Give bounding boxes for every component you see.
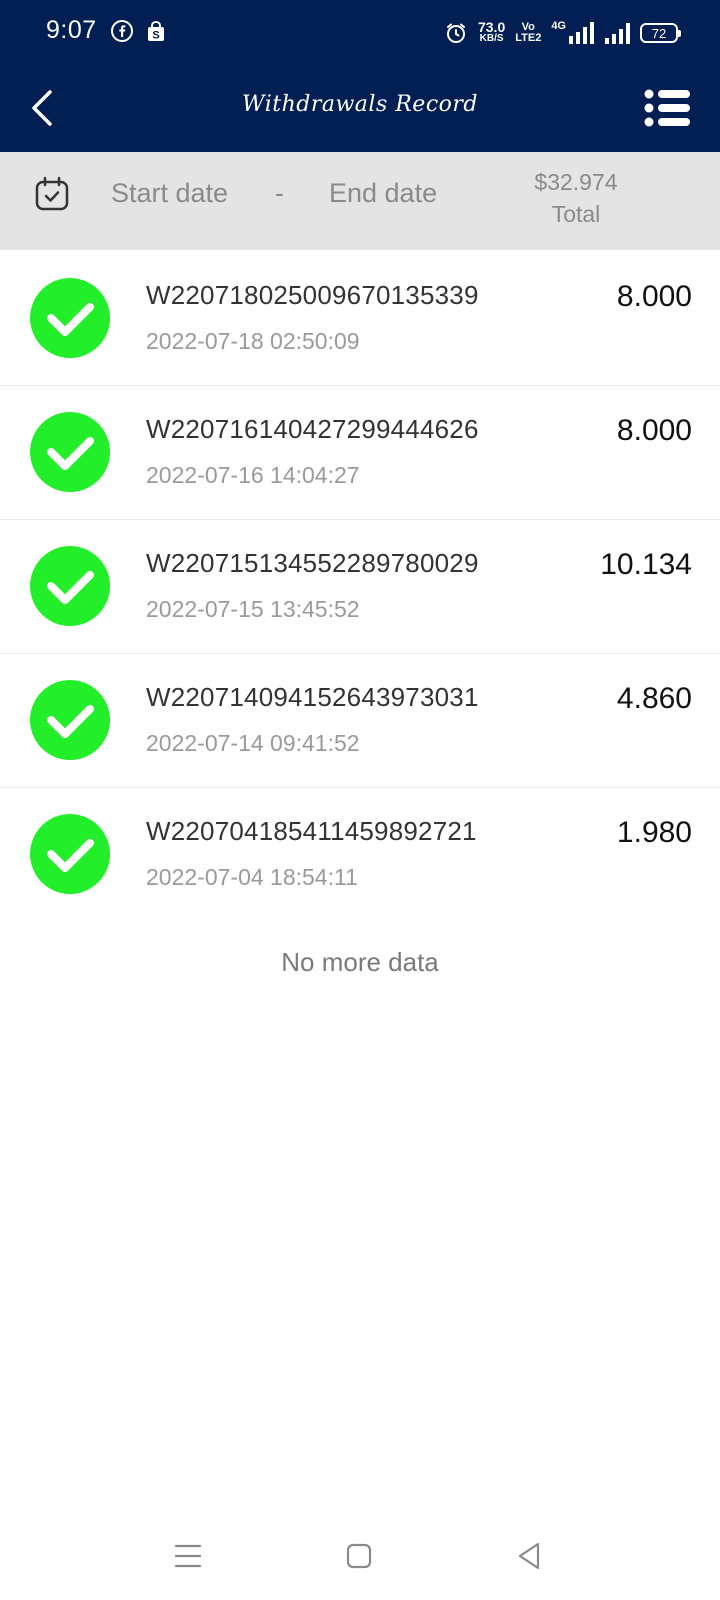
network-speed-value: 73.0 — [477, 19, 506, 35]
volte-bottom: LTE2 — [515, 32, 542, 44]
battery-icon: 72 — [640, 23, 681, 43]
record-time: 2022-07-18 02:50:09 — [146, 328, 360, 354]
total-amount: $32.974 — [534, 169, 618, 195]
record-id: W220718025009670135339 — [146, 280, 479, 310]
network-speed: 73.0 KB/S — [477, 19, 506, 44]
record-id: W220716140427299444626 — [146, 414, 479, 444]
shopping-bag-icon: S — [148, 20, 164, 42]
date-filter-bar: Start date - End date $32.974 Total — [0, 152, 720, 250]
record-row[interactable]: W220714094152643973031 2022-07-14 09:41:… — [0, 654, 720, 788]
check-circle-icon — [30, 680, 110, 760]
volte-indicator: Vo LTE2 — [515, 22, 541, 44]
start-date-field[interactable]: Start date — [111, 178, 228, 209]
status-indicators: 73.0 KB/S Vo LTE2 4G 72 — [444, 16, 681, 50]
record-id: W220704185411459892721 — [146, 816, 477, 846]
battery-level: 72 — [651, 25, 667, 41]
home-icon[interactable] — [341, 1538, 377, 1574]
total-label: Total — [551, 201, 601, 227]
network-type: 4G — [551, 20, 566, 32]
svg-text:S: S — [152, 30, 159, 42]
system-nav-bar — [0, 1520, 720, 1600]
check-circle-icon — [30, 814, 110, 894]
list-end-message: No more data — [281, 947, 439, 977]
facebook-icon — [111, 20, 133, 42]
recent-apps-icon[interactable] — [170, 1538, 206, 1574]
end-date-field[interactable]: End date — [329, 178, 437, 209]
app-header: Withdrawals Record — [0, 66, 720, 152]
calendar-check-icon[interactable] — [34, 176, 70, 212]
check-circle-icon — [30, 412, 110, 492]
record-id: W220714094152643973031 — [146, 682, 479, 712]
date-separator: - — [275, 178, 284, 208]
page-title: Withdrawals Record — [241, 92, 478, 117]
record-time: 2022-07-15 13:45:52 — [146, 596, 360, 622]
record-time: 2022-07-04 18:54:11 — [146, 864, 358, 890]
record-time: 2022-07-16 14:04:27 — [146, 462, 360, 488]
signal-bars-icon — [569, 22, 594, 44]
record-id: W220715134552289780029 — [146, 548, 479, 578]
record-row[interactable]: W220716140427299444626 2022-07-16 14:04:… — [0, 386, 720, 520]
record-amount: 8.000 — [616, 280, 692, 313]
list-menu-icon[interactable] — [644, 88, 690, 128]
total-summary: $32.974 Total — [516, 166, 636, 230]
record-time: 2022-07-14 09:41:52 — [146, 730, 360, 756]
back-triangle-icon[interactable] — [512, 1538, 548, 1574]
record-amount: 1.980 — [616, 816, 692, 849]
check-circle-icon — [30, 546, 110, 626]
network-speed-unit: KB/S — [479, 33, 504, 44]
record-row[interactable]: W220704185411459892721 2022-07-04 18:54:… — [0, 788, 720, 922]
status-time: 9:07 — [46, 16, 97, 44]
record-amount: 10.134 — [600, 548, 692, 581]
record-row[interactable]: W220718025009670135339 2022-07-18 02:50:… — [0, 252, 720, 386]
status-bar: 9:07 S 73.0 KB/S Vo LTE2 4G 72 — [0, 0, 720, 66]
record-row[interactable]: W220715134552289780029 2022-07-15 13:45:… — [0, 520, 720, 654]
record-amount: 4.860 — [616, 682, 692, 715]
withdrawal-record-list: W220718025009670135339 2022-07-18 02:50:… — [0, 252, 720, 922]
check-circle-icon — [30, 278, 110, 358]
signal-bars-2-icon — [605, 23, 630, 44]
alarm-icon — [446, 23, 465, 43]
record-amount: 8.000 — [616, 414, 692, 447]
